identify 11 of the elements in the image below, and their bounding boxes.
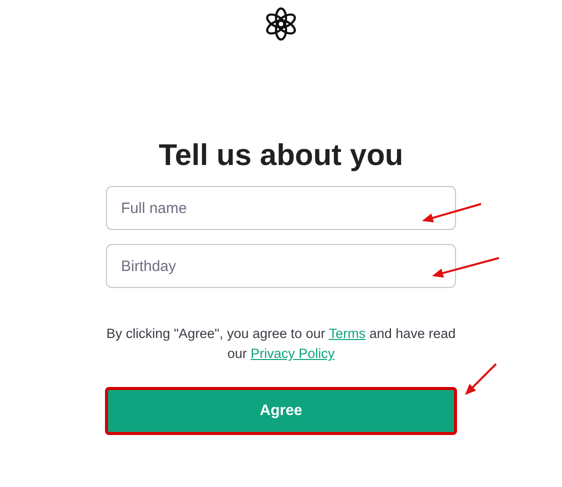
arrow <box>432 257 500 278</box>
arrow <box>465 363 497 395</box>
link[interactable]: Privacy Policy <box>250 346 335 361</box>
agree-button[interactable]: Agree <box>105 387 457 435</box>
page-heading: Tell us about you <box>158 138 404 174</box>
logo-icon <box>264 7 298 41</box>
arrow <box>422 203 482 222</box>
consent-text: By clicking "Agree", you agree to our Terms and have read our Privacy Policy <box>106 325 456 363</box>
link[interactable]: Terms <box>328 326 366 341</box>
input-field[interactable]: Birthday <box>106 244 456 288</box>
input-field[interactable]: Full name <box>106 186 456 230</box>
